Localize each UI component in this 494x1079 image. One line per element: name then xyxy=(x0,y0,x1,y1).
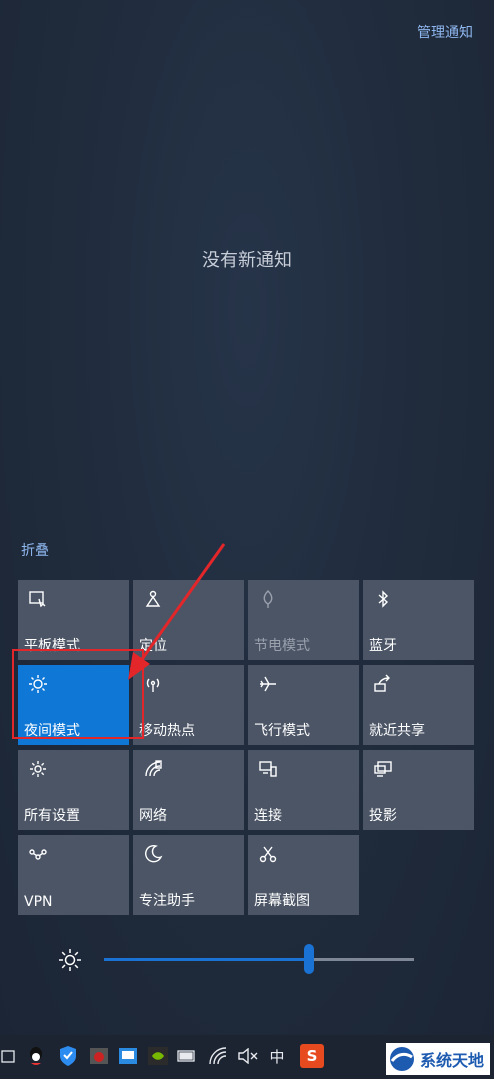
sogou-input-icon[interactable]: S xyxy=(300,1044,324,1068)
ime-indicator[interactable]: 中 xyxy=(266,1044,288,1068)
brightness-control xyxy=(58,944,438,976)
annotation-arrow xyxy=(128,543,226,680)
watermark: 系统天地 xyxy=(385,1043,490,1075)
watermark-text: 系统天地 xyxy=(419,1051,484,1070)
battery-icon[interactable] xyxy=(176,1044,198,1068)
qq-icon[interactable] xyxy=(24,1044,48,1068)
brightness-thumb[interactable] xyxy=(304,944,314,974)
security-shield-icon[interactable] xyxy=(56,1044,80,1068)
tray-app-icon[interactable] xyxy=(88,1044,110,1068)
nvidia-icon[interactable] xyxy=(147,1044,169,1068)
task-view-icon[interactable] xyxy=(0,1044,18,1068)
computer-manager-icon[interactable] xyxy=(117,1044,139,1068)
watermark-logo-icon xyxy=(389,1047,414,1071)
brightness-fill xyxy=(104,958,309,961)
brightness-icon xyxy=(59,949,81,971)
wifi-icon[interactable] xyxy=(207,1044,229,1068)
volume-muted-icon[interactable] xyxy=(236,1044,260,1068)
brightness-slider[interactable] xyxy=(104,944,414,974)
